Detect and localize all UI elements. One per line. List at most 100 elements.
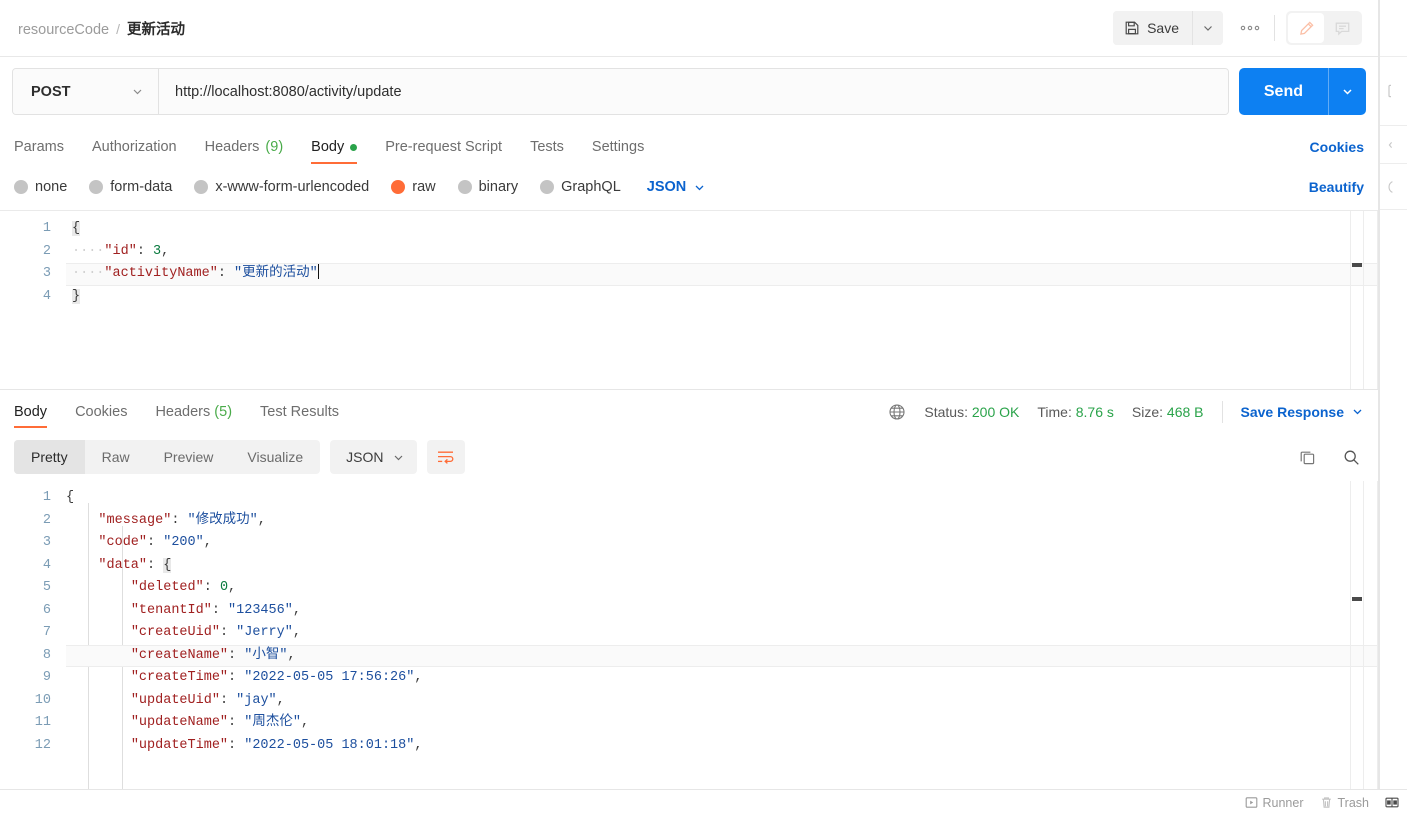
radio-icon xyxy=(457,180,472,194)
tab-tests-label: Tests xyxy=(530,139,564,155)
trash-button[interactable]: Trash xyxy=(1320,796,1369,810)
response-tab-cookies-label: Cookies xyxy=(75,403,128,420)
body-type-row-right: Beautify xyxy=(1309,179,1364,195)
json-comma: , xyxy=(292,625,301,640)
panel-layout-icon xyxy=(1385,796,1399,809)
line-number: 2 xyxy=(42,512,51,528)
request-code-area[interactable]: { ····"id": 3, ····"activityName": "更新的活… xyxy=(66,211,1378,389)
body-type-graphql[interactable]: GraphQL xyxy=(540,179,621,195)
body-type-row: none form-data x-www-form-urlencoded raw… xyxy=(0,164,1378,210)
body-type-binary-label: binary xyxy=(478,179,519,195)
http-method-select[interactable]: POST xyxy=(13,69,159,114)
response-status-bar: Body Cookies Headers (5) Test Results St… xyxy=(0,389,1378,433)
json-comma: , xyxy=(300,715,310,730)
tab-headers[interactable]: Headers (9) xyxy=(191,139,298,164)
json-key: "createUid" xyxy=(130,625,220,640)
json-colon: : xyxy=(228,737,245,753)
url-input[interactable]: http://localhost:8080/activity/update xyxy=(159,69,1228,114)
response-tab-test-results[interactable]: Test Results xyxy=(246,404,353,428)
save-button[interactable]: Save xyxy=(1113,11,1192,45)
line-number: 2 xyxy=(42,243,51,259)
chevron-down-icon xyxy=(392,451,405,464)
send-button[interactable]: Send xyxy=(1238,68,1328,115)
size-value: 468 B xyxy=(1166,403,1204,420)
response-toolbar: Pretty Raw Preview Visualize JSON xyxy=(0,433,1378,481)
edit-button[interactable] xyxy=(1288,13,1324,43)
response-tab-cookies[interactable]: Cookies xyxy=(61,404,141,428)
url-bar-row: POST http://localhost:8080/activity/upda… xyxy=(0,57,1378,126)
request-body-editor[interactable]: 1 2 3 4 { ····"id": 3, ····"activityName… xyxy=(0,210,1378,389)
scrollbar-thumb[interactable] xyxy=(1352,597,1362,601)
tab-pre-request-script[interactable]: Pre-request Script xyxy=(371,139,516,164)
json-key: "message" xyxy=(98,512,172,528)
response-format-value: JSON xyxy=(346,449,384,465)
response-line: "tenantId": "123456", xyxy=(66,600,1378,623)
line-number: 7 xyxy=(42,625,51,640)
json-string: "小智" xyxy=(244,647,288,663)
response-body-viewer[interactable]: 1 2 3 4 5 6 7 8 9 10 11 12 { "message": … xyxy=(0,481,1378,789)
json-colon: : xyxy=(171,512,188,528)
search-button[interactable] xyxy=(1338,444,1364,470)
save-dropdown-button[interactable] xyxy=(1192,11,1223,45)
tab-tests[interactable]: Tests xyxy=(516,139,578,164)
radio-icon xyxy=(540,180,555,194)
cookies-link[interactable]: Cookies xyxy=(1310,139,1364,155)
line-number: 12 xyxy=(34,737,51,753)
scrollbar-thumb[interactable] xyxy=(1352,263,1362,267)
runner-button[interactable]: Runner xyxy=(1245,796,1304,810)
view-mode-preview[interactable]: Preview xyxy=(147,440,231,474)
response-line: "updateName": "周杰伦", xyxy=(66,712,1378,735)
line-number: 1 xyxy=(42,221,51,236)
json-string: "周杰伦" xyxy=(244,715,301,730)
comments-button[interactable] xyxy=(1324,13,1360,43)
response-scrollbar[interactable] xyxy=(1350,481,1364,789)
line-number: 10 xyxy=(34,692,51,708)
globe-icon[interactable] xyxy=(888,403,906,421)
tab-body-label: Body xyxy=(311,139,345,155)
body-type-form-data[interactable]: form-data xyxy=(89,179,172,195)
view-mode-visualize[interactable]: Visualize xyxy=(230,440,320,474)
response-tab-headers[interactable]: Headers (5) xyxy=(141,404,246,428)
breadcrumb-root[interactable]: resourceCode xyxy=(18,22,109,38)
info-rail-icon[interactable] xyxy=(1388,180,1399,194)
more-options-button[interactable] xyxy=(1233,11,1267,45)
response-line-numbers: 1 2 3 4 5 6 7 8 9 10 11 12 xyxy=(0,481,66,789)
beautify-link[interactable]: Beautify xyxy=(1309,179,1364,195)
json-string: "200" xyxy=(163,535,204,550)
comments-rail-icon[interactable] xyxy=(1388,139,1399,151)
breadcrumb-leaf[interactable]: 更新活动 xyxy=(127,18,185,39)
view-mode-pretty[interactable]: Pretty xyxy=(14,440,85,474)
bottom-status-bar: Runner Trash xyxy=(0,789,1407,815)
response-code-area[interactable]: { "message": "修改成功", "code": "200", "dat… xyxy=(66,481,1378,789)
response-line: "createTime": "2022-05-05 17:56:26", xyxy=(66,667,1378,690)
word-wrap-button[interactable] xyxy=(426,440,465,474)
json-colon: : xyxy=(203,580,220,595)
panel-layout-button[interactable] xyxy=(1385,796,1399,809)
body-type-binary[interactable]: binary xyxy=(457,179,519,195)
request-editor-scrollbar[interactable] xyxy=(1350,211,1364,389)
response-tab-body[interactable]: Body xyxy=(14,404,61,428)
tab-params[interactable]: Params xyxy=(14,139,78,164)
tab-settings[interactable]: Settings xyxy=(578,139,658,164)
code-line: ····"id": 3, xyxy=(66,241,1378,264)
tab-body[interactable]: Body xyxy=(297,139,371,164)
tab-pre-request-script-label: Pre-request Script xyxy=(385,139,503,155)
raw-format-select[interactable]: JSON xyxy=(647,179,707,195)
response-format-select[interactable]: JSON xyxy=(330,440,417,474)
body-type-raw[interactable]: raw xyxy=(391,179,436,195)
send-dropdown-button[interactable] xyxy=(1328,68,1366,115)
copy-button[interactable] xyxy=(1294,444,1320,470)
code-snippet-icon[interactable] xyxy=(1388,83,1399,99)
header-divider xyxy=(1274,15,1275,41)
body-type-none[interactable]: none xyxy=(14,179,67,195)
line-number: 3 xyxy=(42,535,51,550)
save-response-button[interactable]: Save Response xyxy=(1241,404,1365,420)
view-mode-raw[interactable]: Raw xyxy=(85,440,147,474)
tab-authorization[interactable]: Authorization xyxy=(78,139,191,164)
body-type-urlencoded[interactable]: x-www-form-urlencoded xyxy=(194,179,369,195)
indent-dots: ···· xyxy=(72,243,105,259)
